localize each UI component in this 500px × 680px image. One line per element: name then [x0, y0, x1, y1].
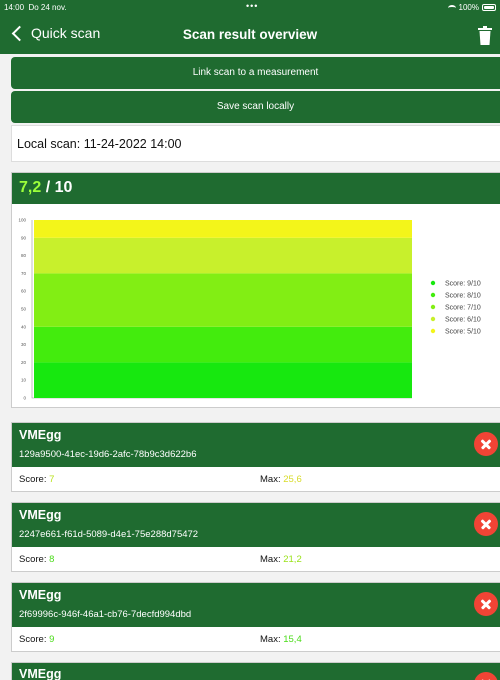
scan-item-max: Max: 25,6 — [260, 474, 302, 485]
scan-item: VMEgg — [11, 662, 500, 680]
status-indicators: 100% — [447, 3, 496, 12]
scan-item-footer: Score: 8 Max: 21,2 — [12, 547, 500, 571]
status-date: Do 24 nov. — [28, 3, 67, 12]
legend-swatch — [430, 292, 436, 298]
score-label: Score: — [19, 634, 47, 645]
score-band — [34, 220, 412, 238]
scan-item-id: 2247e661-f61d-5089-d4e1-75e288d75472 — [19, 529, 199, 540]
y-tick-label: 0 — [23, 396, 26, 401]
legend-label: Score: 7/10 — [445, 305, 481, 312]
scan-item-id: 2f69996c-946f-46a1-cb76-7decfd994dbd — [19, 609, 192, 620]
y-tick-label: 80 — [21, 253, 27, 258]
score-number: 8 — [49, 554, 55, 565]
scan-item: VMEgg 2247e661-f61d-5089-d4e1-75e288d754… — [11, 502, 500, 572]
y-tick-label: 100 — [18, 218, 26, 223]
scan-item: VMEgg 2f69996c-946f-46a1-cb76-7decfd994d… — [11, 582, 500, 652]
score-band — [34, 273, 412, 327]
nav-bar: Quick scan Scan result overview — [0, 18, 500, 52]
legend-swatch — [430, 328, 436, 334]
score-label: Score: — [19, 554, 47, 565]
y-tick-label: 70 — [21, 271, 27, 276]
score-number: 7 — [49, 474, 55, 485]
multitask-dots[interactable]: ••• — [246, 1, 258, 11]
status-time: 14:00 — [4, 3, 25, 12]
scan-item-name: VMEgg — [19, 588, 62, 602]
legend-label: Score: 9/10 — [445, 281, 481, 288]
scan-item-score: Score: 7 — [19, 474, 54, 485]
scan-item: VMEgg 129a9500-41ec-19d6-2afc-78b9c3d622… — [11, 422, 500, 492]
score-total: 10 — [54, 179, 73, 196]
score-label: Score: — [19, 474, 47, 485]
status-bar: 14:00 Do 24 nov. ••• 100% — [0, 0, 500, 16]
score-band — [34, 237, 412, 274]
y-tick-label: 20 — [21, 360, 27, 365]
y-tick-label: 30 — [21, 342, 27, 347]
y-tick-label: 50 — [21, 307, 27, 312]
score-separator: / — [41, 179, 55, 196]
wifi-icon — [447, 4, 456, 11]
local-scan-label: Local scan: 11-24-2022 14:00 — [17, 137, 182, 151]
trash-icon[interactable] — [478, 26, 492, 45]
scan-item-header: VMEgg 2247e661-f61d-5089-d4e1-75e288d754… — [12, 503, 500, 547]
max-label: Max: — [260, 474, 281, 485]
local-scan-info: Local scan: 11-24-2022 14:00 — [11, 125, 500, 162]
scan-item-name: VMEgg — [19, 508, 62, 522]
scan-item-max: Max: 21,2 — [260, 554, 302, 565]
score-card: 7,2 / 10 0 10 20 30 40 50 60 70 80 90 100 Score: 9/… — [11, 172, 500, 408]
battery-icon — [482, 4, 496, 11]
status-time-date: 14:00 Do 24 nov. — [4, 3, 67, 12]
y-tick-label: 10 — [21, 378, 27, 383]
scan-item-score: Score: 9 — [19, 634, 54, 645]
overall-score: 7,2 / 10 — [12, 173, 500, 204]
legend-label: Score: 6/10 — [445, 317, 481, 324]
delete-icon[interactable] — [474, 672, 498, 680]
scan-item-max: Max: 15,4 — [260, 634, 302, 645]
save-scan-button[interactable]: Save scan locally — [11, 91, 500, 123]
scan-item-name: VMEgg — [19, 428, 62, 442]
legend-swatch — [430, 280, 436, 286]
scan-item-header: VMEgg 129a9500-41ec-19d6-2afc-78b9c3d622… — [12, 423, 500, 467]
y-tick-label: 60 — [21, 289, 27, 294]
legend-swatch — [430, 304, 436, 310]
scan-item-header: VMEgg — [12, 663, 500, 680]
scan-item-name: VMEgg — [19, 667, 62, 680]
max-number: 21,2 — [283, 554, 302, 565]
delete-icon[interactable] — [474, 432, 498, 456]
score-band-chart: 0 10 20 30 40 50 60 70 80 90 100 Score: 9/10 Score: … — [18, 218, 481, 401]
scan-item-id: 129a9500-41ec-19d6-2afc-78b9c3d622b6 — [19, 449, 197, 460]
top-bar: 14:00 Do 24 nov. ••• 100% Quick scan Sca… — [0, 0, 500, 54]
score-value: 7,2 — [19, 179, 42, 196]
score-number: 9 — [49, 634, 55, 645]
y-tick-label: 40 — [21, 324, 27, 329]
max-label: Max: — [260, 554, 281, 565]
page-title: Scan result overview — [182, 27, 318, 42]
battery-percent: 100% — [458, 3, 479, 12]
legend-label: Score: 8/10 — [445, 293, 481, 300]
legend-label: Score: 5/10 — [445, 329, 481, 336]
delete-icon[interactable] — [474, 592, 498, 616]
max-number: 15,4 — [283, 634, 302, 645]
battery-level — [484, 6, 494, 9]
max-number: 25,6 — [283, 474, 302, 485]
delete-icon[interactable] — [474, 512, 498, 536]
y-tick-label: 90 — [21, 235, 27, 240]
link-scan-button[interactable]: Link scan to a measurement — [11, 57, 500, 89]
scan-item-score: Score: 8 — [19, 554, 54, 565]
score-band — [34, 326, 412, 363]
score-band — [34, 362, 412, 398]
scan-item-footer: Score: 9 Max: 15,4 — [12, 627, 500, 651]
legend-swatch — [430, 316, 436, 322]
max-label: Max: — [260, 634, 281, 645]
scan-item-footer: Score: 7 Max: 25,6 — [12, 467, 500, 491]
scan-item-header: VMEgg 2f69996c-946f-46a1-cb76-7decfd994d… — [12, 583, 500, 627]
